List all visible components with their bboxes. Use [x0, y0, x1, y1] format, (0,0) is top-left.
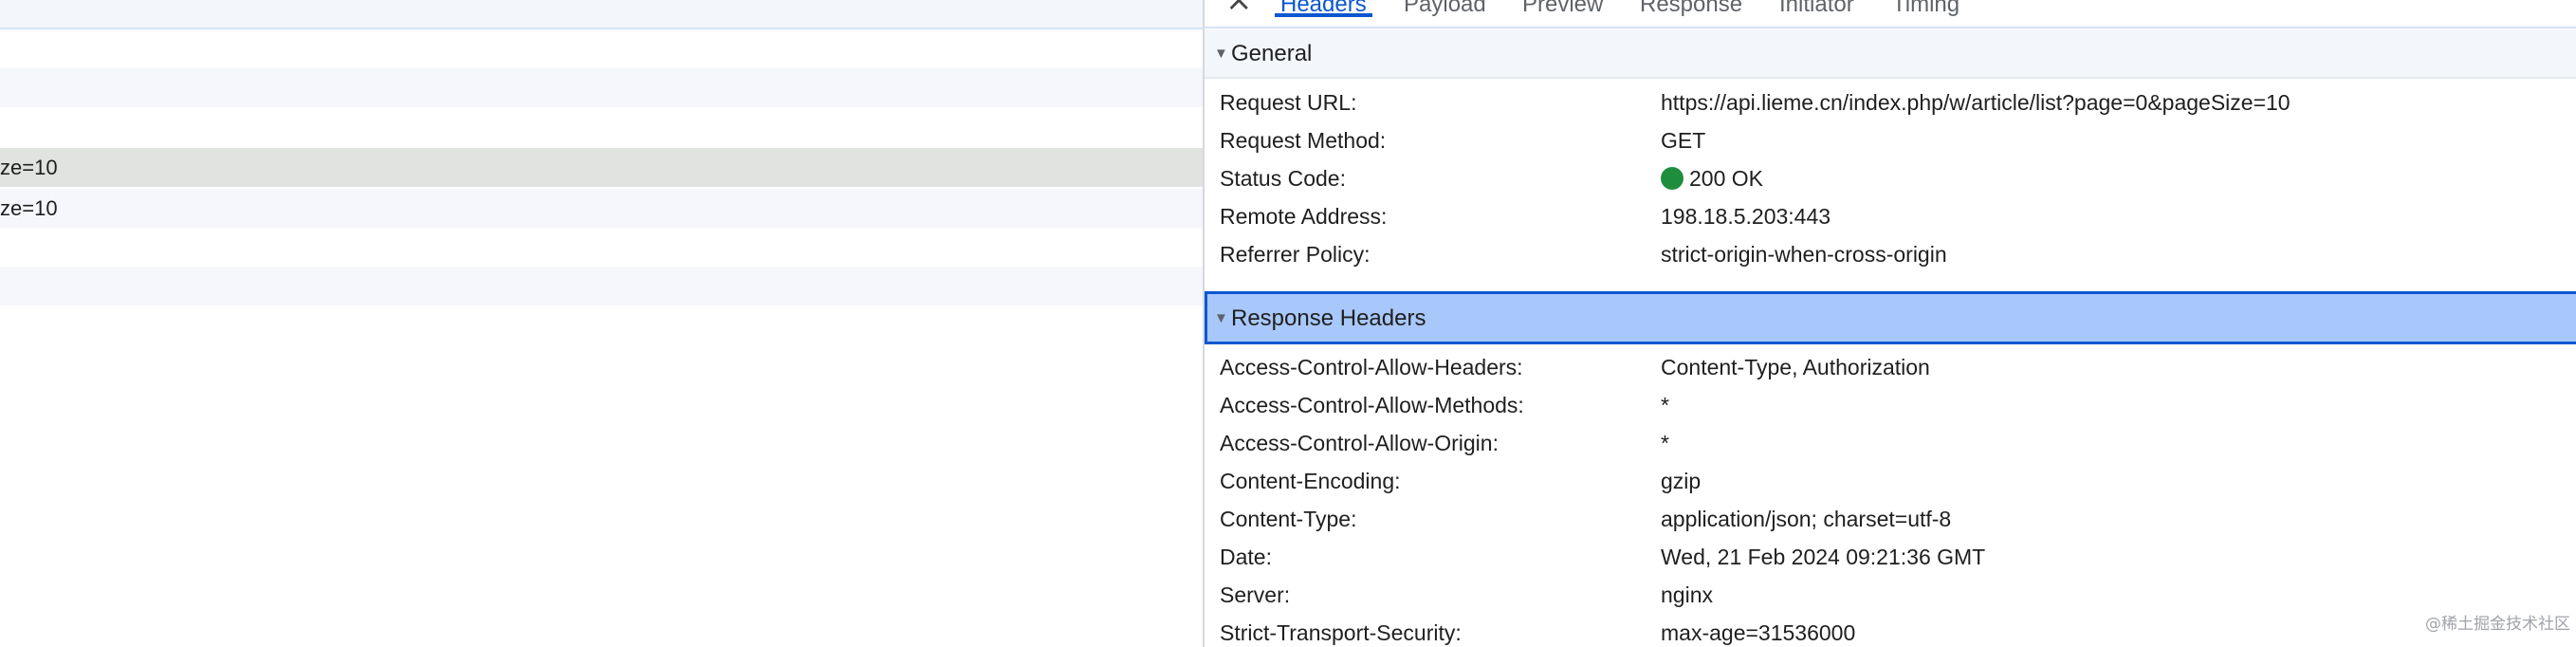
header-value: * — [1661, 393, 1669, 417]
header-key: Content-Encoding: — [1220, 469, 1401, 493]
header-key: Strict-Transport-Security: — [1220, 620, 1462, 645]
request-details-pane: × Headers Payload Preview Response Initi… — [1205, 0, 2576, 647]
header-key: Access-Control-Allow-Headers: — [1220, 355, 1523, 379]
request-row[interactable]: ze=10 — [0, 189, 1203, 228]
general-section-header[interactable]: ▼ General — [1205, 29, 2576, 79]
request-row[interactable] — [0, 68, 1203, 107]
header-value: gzip — [1661, 469, 1702, 493]
header-value: strict-origin-when-cross-origin — [1661, 242, 1947, 267]
header-value: max-age=31536000 — [1661, 620, 1856, 645]
request-row-name: ze=10 — [0, 156, 58, 179]
request-list-pane: ze=10 ze=10 — [0, 0, 1203, 647]
header-key: Access-Control-Allow-Origin: — [1220, 431, 1499, 455]
request-list-header — [0, 0, 1203, 29]
response-header-row: Strict-Transport-Security: max-age=31536… — [1205, 614, 2576, 647]
watermark: @稀土掘金技术社区 — [2425, 615, 2570, 634]
general-row: Request Method: GET — [1205, 121, 2576, 159]
response-headers-section-title: Response Headers — [1231, 305, 1426, 331]
response-header-row: Date: Wed, 21 Feb 2024 09:21:36 GMT — [1205, 538, 2576, 576]
header-value: Wed, 21 Feb 2024 09:21:36 GMT — [1661, 545, 1986, 569]
tab-initiator[interactable]: Initiator — [1779, 0, 1854, 27]
header-key: Remote Address: — [1220, 204, 1388, 229]
tab-timing[interactable]: Timing — [1892, 0, 1960, 27]
request-row-name: ze=10 — [0, 196, 58, 220]
response-header-row: Content-Encoding: gzip — [1205, 462, 2576, 500]
expand-triangle-icon: ▼ — [1214, 46, 1228, 62]
header-value: https://api.lieme.cn/index.php/w/article… — [1661, 90, 2291, 115]
header-key: Date: — [1220, 545, 1272, 569]
response-header-row: Content-Type: application/json; charset=… — [1205, 500, 2576, 538]
request-row[interactable] — [0, 107, 1203, 146]
tab-headers[interactable]: Headers — [1275, 0, 1372, 27]
header-value: 198.18.5.203:443 — [1661, 204, 1831, 229]
response-header-row: Access-Control-Allow-Methods: * — [1205, 386, 2576, 424]
header-key: Access-Control-Allow-Methods: — [1220, 393, 1524, 417]
general-row: Request URL: https://api.lieme.cn/index.… — [1205, 83, 2576, 121]
tab-payload[interactable]: Payload — [1404, 0, 1486, 27]
header-key: Status Code: — [1220, 166, 1346, 191]
header-key: Request Method: — [1220, 128, 1387, 153]
general-section-title: General — [1231, 41, 1313, 66]
header-value: nginx — [1661, 582, 1713, 607]
header-value: 200 OK — [1661, 159, 1763, 197]
response-header-row: Access-Control-Allow-Headers: Content-Ty… — [1205, 348, 2576, 386]
close-icon[interactable]: × — [1225, 0, 1253, 16]
header-value: application/json; charset=utf-8 — [1661, 507, 1952, 531]
request-row-selected[interactable]: ze=10 — [0, 148, 1203, 187]
header-key: Content-Type: — [1220, 507, 1357, 531]
general-row: Referrer Policy: strict-origin-when-cros… — [1205, 235, 2576, 273]
status-ok-icon — [1661, 167, 1684, 190]
header-value: * — [1661, 431, 1669, 455]
tab-preview[interactable]: Preview — [1522, 0, 1603, 27]
details-tab-bar: × Headers Payload Preview Response Initi… — [1205, 0, 2576, 28]
header-value: GET — [1661, 128, 1706, 153]
header-key: Server: — [1220, 582, 1291, 607]
response-header-row: Access-Control-Allow-Origin: * — [1205, 424, 2576, 462]
request-row[interactable] — [0, 29, 1203, 68]
header-key: Referrer Policy: — [1220, 242, 1371, 267]
status-code-text: 200 OK — [1689, 166, 1763, 191]
tab-response[interactable]: Response — [1640, 0, 1742, 27]
response-header-row: Server: nginx — [1205, 576, 2576, 614]
general-row: Status Code: 200 OK — [1205, 159, 2576, 197]
header-key: Request URL: — [1220, 90, 1357, 115]
general-row: Remote Address: 198.18.5.203:443 — [1205, 197, 2576, 235]
request-row[interactable] — [0, 267, 1203, 305]
request-row[interactable] — [0, 228, 1203, 267]
expand-triangle-icon: ▼ — [1214, 310, 1228, 326]
response-headers-section-header[interactable]: ▼ Response Headers — [1205, 291, 2576, 344]
header-value: Content-Type, Authorization — [1661, 355, 1930, 379]
